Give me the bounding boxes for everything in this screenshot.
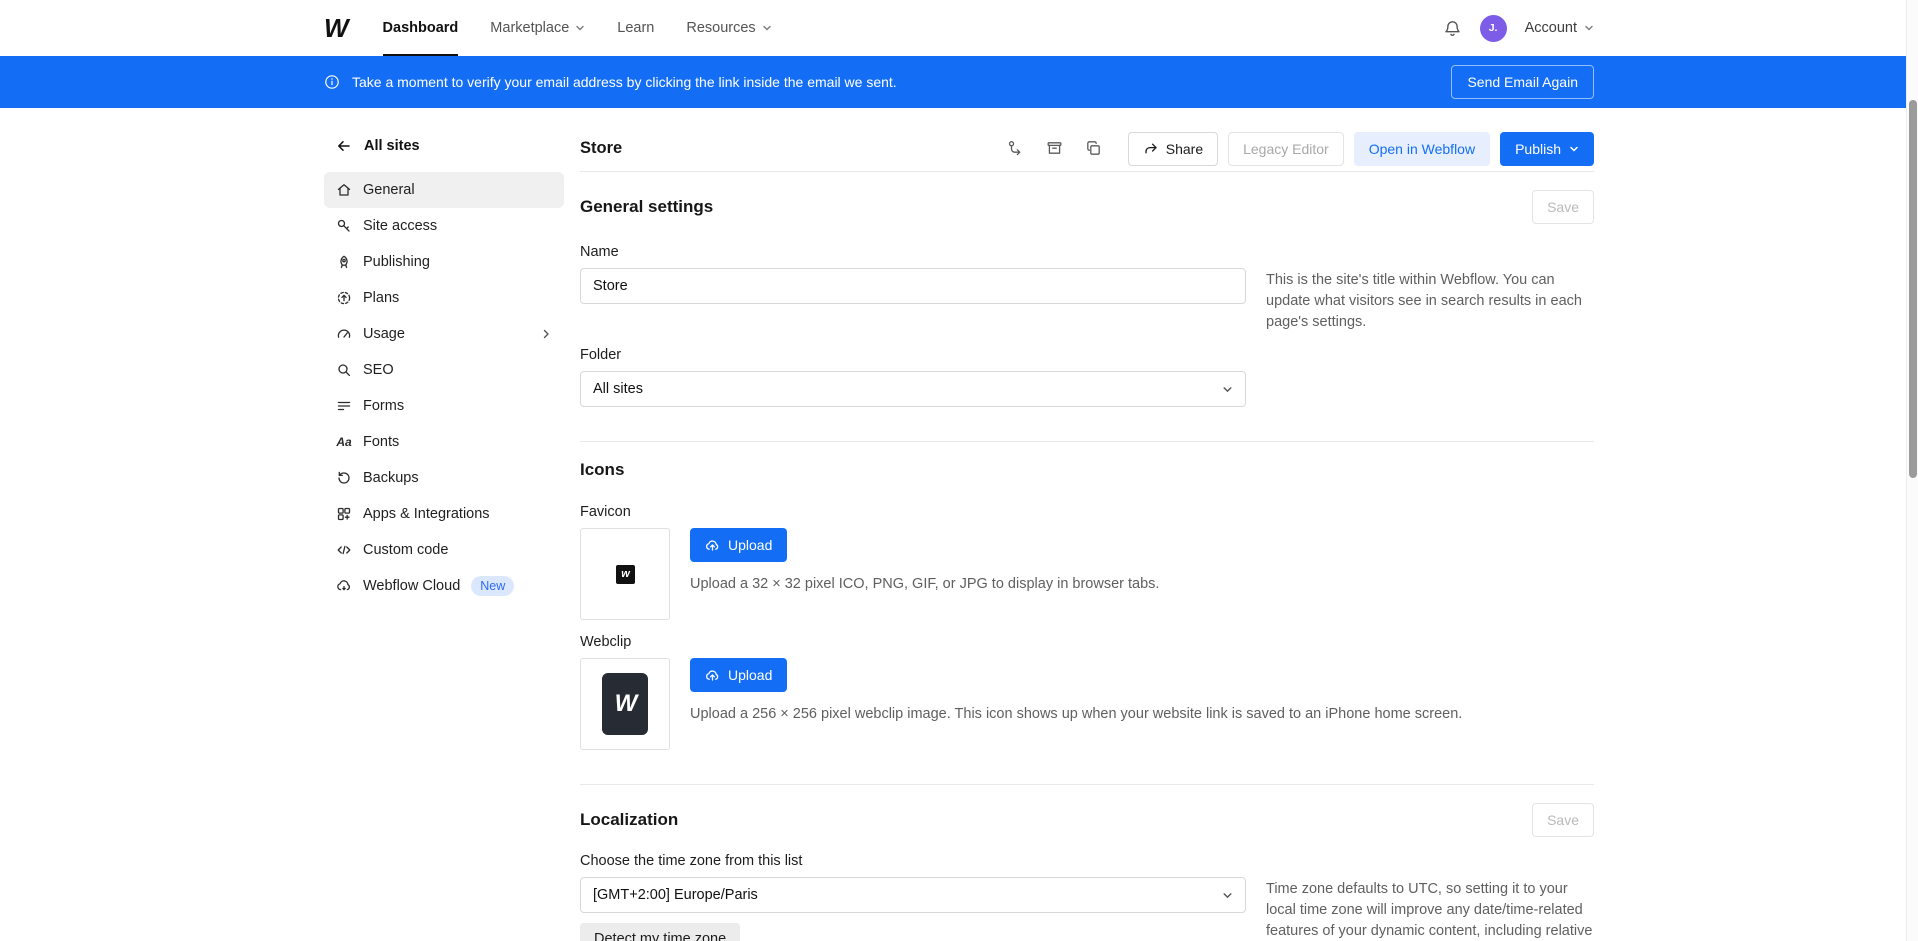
webflow-logo-glyph: W: [324, 13, 347, 44]
page-scrollbar[interactable]: [1906, 0, 1918, 941]
account-menu[interactable]: Account: [1525, 20, 1594, 36]
save-button[interactable]: Save: [1532, 803, 1594, 837]
webflow-logo[interactable]: W: [324, 0, 347, 56]
chevron-down-icon: [1222, 384, 1233, 395]
timezone-help-text: Time zone defaults to UTC, so setting it…: [1266, 877, 1594, 941]
sidebar-item-site-access[interactable]: Site access: [324, 208, 564, 244]
gauge-icon: [336, 326, 352, 342]
nav-item-learn[interactable]: Learn: [617, 0, 654, 56]
sidebar-item-general[interactable]: General: [324, 172, 564, 208]
nav-item-dashboard[interactable]: Dashboard: [383, 0, 459, 56]
site-header: Store Share: [580, 132, 1594, 172]
sidebar-item-custom-code[interactable]: Custom code: [324, 532, 564, 568]
section-title-icons: Icons: [580, 460, 624, 480]
scrollbar-thumb[interactable]: [1909, 100, 1917, 478]
apps-grid-icon: [336, 506, 352, 522]
avatar[interactable]: J.: [1480, 15, 1507, 42]
favicon-preview-image: w: [616, 565, 635, 584]
share-arrow-icon: [1143, 141, 1158, 156]
nav-item-marketplace[interactable]: Marketplace: [490, 0, 585, 56]
code-icon: [336, 542, 352, 558]
chevron-down-icon: [1569, 144, 1579, 154]
section-title-localization: Localization: [580, 810, 678, 830]
page-title: Store: [580, 139, 622, 158]
open-in-webflow-button[interactable]: Open in Webflow: [1354, 132, 1490, 166]
icons-section: Icons Favicon w Upload Upload a 32 × 32 …: [580, 442, 1594, 785]
publish-button[interactable]: Publish: [1500, 132, 1594, 166]
general-settings-section: General settings Save Name This is the s…: [580, 172, 1594, 442]
sidebar-item-backups[interactable]: Backups: [324, 460, 564, 496]
banner-message: Take a moment to verify your email addre…: [352, 74, 897, 90]
site-name-input[interactable]: [580, 268, 1246, 304]
webclip-preview-tile[interactable]: W: [580, 658, 670, 750]
webclip-label: Webclip: [580, 634, 1594, 650]
chevron-down-icon: [1222, 890, 1233, 901]
webclip-upload-button[interactable]: Upload: [690, 658, 787, 692]
search-icon: [336, 362, 352, 378]
home-icon: [336, 182, 352, 198]
transfer-site-icon[interactable]: [1007, 140, 1024, 157]
restore-icon: [336, 470, 352, 486]
webclip-help-text: Upload a 256 × 256 pixel webclip image. …: [690, 704, 1462, 725]
favicon-upload-button[interactable]: Upload: [690, 528, 787, 562]
duplicate-icon[interactable]: [1085, 140, 1102, 157]
form-lines-icon: [336, 398, 352, 414]
upload-cloud-icon: [705, 538, 720, 553]
chevron-down-icon: [575, 23, 585, 33]
share-button[interactable]: Share: [1128, 132, 1218, 166]
new-badge: New: [471, 576, 514, 596]
cloud-icon: [336, 578, 352, 594]
timezone-select[interactable]: [GMT+2:00] Europe/Paris: [580, 877, 1246, 913]
timezone-label: Choose the time zone from this list: [580, 853, 1594, 869]
webclip-preview-image: W: [602, 673, 648, 735]
bell-icon[interactable]: [1443, 19, 1462, 38]
folder-select[interactable]: All sites: [580, 371, 1246, 407]
sidebar-item-plans[interactable]: Plans: [324, 280, 564, 316]
info-icon: [324, 74, 340, 90]
back-to-all-sites[interactable]: All sites: [324, 132, 564, 160]
arrow-left-icon: [336, 138, 352, 154]
sidebar-item-fonts[interactable]: Aa Fonts: [324, 424, 564, 460]
font-aa-icon: Aa: [336, 434, 352, 450]
sidebar-item-seo[interactable]: SEO: [324, 352, 564, 388]
chevron-down-icon: [1584, 23, 1594, 33]
key-icon: [336, 218, 352, 234]
name-help-text: This is the site's title within Webflow.…: [1266, 268, 1594, 333]
primary-nav: Dashboard Marketplace Learn Resources: [383, 0, 772, 56]
localization-section: Localization Save Choose the time zone f…: [580, 785, 1594, 941]
sidebar-item-apps-integrations[interactable]: Apps & Integrations: [324, 496, 564, 532]
email-verify-banner: Take a moment to verify your email addre…: [0, 56, 1918, 108]
favicon-help-text: Upload a 32 × 32 pixel ICO, PNG, GIF, or…: [690, 574, 1159, 595]
settings-content: Store Share: [580, 132, 1594, 941]
upload-cloud-icon: [705, 668, 720, 683]
arrow-up-circle-icon: [336, 290, 352, 306]
sidebar-item-webflow-cloud[interactable]: Webflow Cloud New: [324, 568, 564, 604]
name-label: Name: [580, 244, 1594, 260]
chevron-down-icon: [762, 23, 772, 33]
sidebar-item-publishing[interactable]: Publishing: [324, 244, 564, 280]
chevron-right-icon: [540, 328, 552, 340]
favicon-label: Favicon: [580, 504, 1594, 520]
settings-sidebar: All sites General Site access Publishing: [324, 132, 564, 604]
archive-icon[interactable]: [1046, 140, 1063, 157]
section-title-general-settings: General settings: [580, 197, 713, 217]
send-email-again-button[interactable]: Send Email Again: [1451, 65, 1594, 99]
detect-timezone-button[interactable]: Detect my time zone: [580, 923, 740, 941]
sidebar-item-usage[interactable]: Usage: [324, 316, 564, 352]
favicon-preview-tile[interactable]: w: [580, 528, 670, 620]
folder-label: Folder: [580, 347, 1594, 363]
nav-item-resources[interactable]: Resources: [686, 0, 771, 56]
sidebar-item-forms[interactable]: Forms: [324, 388, 564, 424]
legacy-editor-button[interactable]: Legacy Editor: [1228, 132, 1344, 166]
save-button[interactable]: Save: [1532, 190, 1594, 224]
rocket-icon: [336, 254, 352, 270]
top-nav: W Dashboard Marketplace Learn Resources: [0, 0, 1918, 56]
